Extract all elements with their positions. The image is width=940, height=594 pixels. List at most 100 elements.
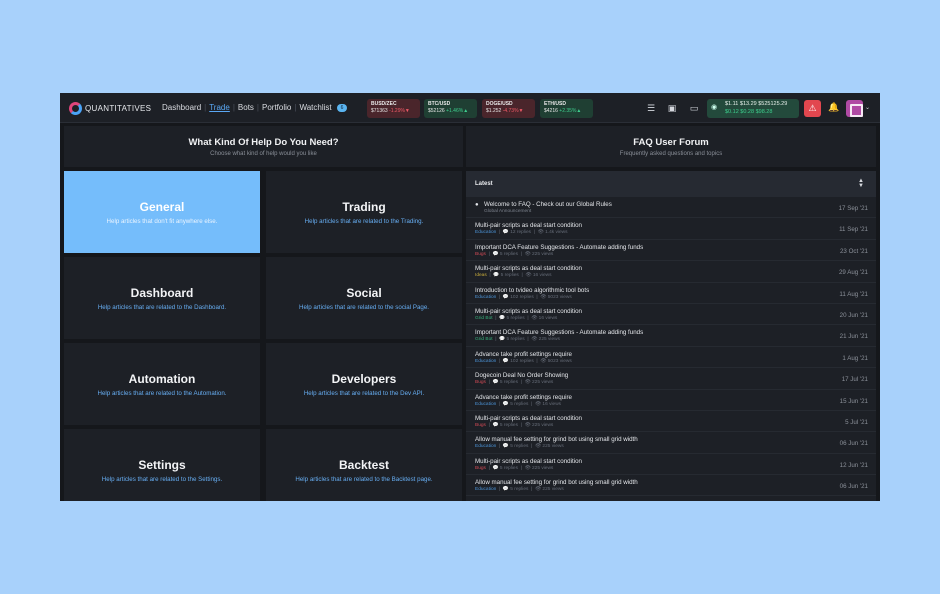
topic-title[interactable]: Important DCA Feature Suggestions - Auto… xyxy=(475,244,643,251)
ticker-change: +2.35% xyxy=(559,108,577,114)
calendar-icon[interactable]: ▣ xyxy=(666,102,678,114)
eye-icon: 👁 xyxy=(525,273,532,279)
brand-logo[interactable]: QUANTITATIVES xyxy=(69,101,151,115)
eye-icon: 👁 xyxy=(540,358,547,364)
topic-title[interactable]: Introduction to tvideo algorithmic tool … xyxy=(475,287,589,294)
topic-replies: 12 replies xyxy=(510,230,532,236)
category-card-developers[interactable]: Developers Help articles that are relate… xyxy=(266,343,462,425)
topic-category[interactable]: Education xyxy=(475,487,496,492)
forum-topic-row[interactable]: Multi-pair scripts as deal start conditi… xyxy=(466,261,876,283)
ticker-doge-usd[interactable]: DOGE/USD $1.252 -4.73%▼ xyxy=(482,99,535,118)
topic-category[interactable]: Education xyxy=(475,444,496,449)
logo-icon xyxy=(69,101,82,115)
forum-topic-row[interactable]: Allow manual fee setting for grind bot u… xyxy=(466,432,876,454)
card-description: Help articles that are related to the Tr… xyxy=(304,218,424,225)
topic-title[interactable]: Multi-pair scripts as deal start conditi… xyxy=(475,265,582,272)
topic-replies: 5 replies xyxy=(510,401,529,407)
forum-topic-row[interactable]: Important DCA Feature Suggestions - Auto… xyxy=(466,240,876,262)
topic-category[interactable]: Education xyxy=(475,402,496,407)
topic-date: 12 Jun '21 xyxy=(839,461,868,469)
ticker-busd-zec[interactable]: BUSD/ZEC $71363 -1.29%▼ xyxy=(367,99,420,118)
forum-topic-row[interactable]: Advance take profit settings require Educ… xyxy=(466,347,876,369)
topic-category[interactable]: Bugs xyxy=(475,252,486,257)
nav-watchlist[interactable]: Watchlist xyxy=(296,103,334,112)
category-card-dashboard[interactable]: Dashboard Help articles that are related… xyxy=(64,257,260,339)
alert-icon[interactable]: ⚠ xyxy=(804,100,821,117)
topic-title[interactable]: Advance take profit settings require xyxy=(475,351,572,358)
topic-category[interactable]: Bugs xyxy=(475,423,486,428)
topic-title[interactable]: Dogecoin Deal No Order Showing xyxy=(475,372,568,379)
category-card-general[interactable]: General Help articles that don't fit any… xyxy=(64,171,260,253)
topic-title[interactable]: Welcome to FAQ - Check out our Global Ru… xyxy=(484,201,612,208)
category-card-settings[interactable]: Settings Help articles that are related … xyxy=(64,429,260,501)
topic-title[interactable]: Multi-pair scripts as deal start conditi… xyxy=(475,222,582,229)
topic-category[interactable]: Education xyxy=(475,359,496,364)
reply-icon: 💬 xyxy=(502,487,509,493)
forum-topic-row[interactable]: Allow manual fee setting for grind bot u… xyxy=(466,475,876,497)
nav-bots[interactable]: Bots xyxy=(235,103,257,112)
list-view-icon[interactable]: ☰ xyxy=(645,102,657,114)
ticker-btc-usd[interactable]: BTC/USD $52126 +1.46%▲ xyxy=(424,99,477,118)
eye-icon: 👁 xyxy=(524,251,531,257)
nav-trade[interactable]: Trade xyxy=(206,103,233,112)
topic-title[interactable]: Multi-pair scripts as deal start conditi… xyxy=(475,458,582,465)
wallet-icon[interactable]: ▭ xyxy=(688,102,700,114)
account-balance[interactable]: ◉ $1.11 $13.29 $525125.29 $0.12 $0.28 $9… xyxy=(707,99,799,118)
topic-title[interactable]: Allow manual fee setting for grind bot u… xyxy=(475,436,638,443)
forum-topic-row[interactable]: Multi-pair scripts as deal start conditi… xyxy=(466,218,876,240)
forum-topic-row[interactable]: ● Welcome to FAQ - Check out our Global R… xyxy=(466,197,876,219)
eye-icon: 👁 xyxy=(534,487,542,493)
forum-topic-row[interactable]: Multi-pair scripts as deal start conditi… xyxy=(466,454,876,476)
forum-topic-row[interactable]: Multi-pair scripts as deal start conditi… xyxy=(466,304,876,326)
topic-category[interactable]: Ideas xyxy=(475,273,487,278)
card-title: Social xyxy=(346,286,382,300)
topic-category[interactable]: Global Announcement xyxy=(484,209,531,214)
card-description: Help articles that are related to the De… xyxy=(303,390,425,397)
chevron-down-icon[interactable]: ⌄ xyxy=(865,104,870,111)
topic-title[interactable]: Allow manual fee setting for grind bot u… xyxy=(475,479,638,486)
topic-category[interactable]: Bugs xyxy=(475,380,486,385)
topic-title[interactable]: Advance take profit settings require xyxy=(475,394,572,401)
topic-meta: Grid Bot | 💬 5 replies | 👁 225 views xyxy=(475,337,561,343)
nav-portfolio[interactable]: Portfolio xyxy=(259,103,294,112)
topic-category[interactable]: Bugs xyxy=(475,466,486,471)
forum-topic-row[interactable]: Important DCA Feature Suggestions - Auto… xyxy=(466,325,876,347)
topic-category[interactable]: Grid Bot xyxy=(475,316,493,321)
topic-replies: 5 replies xyxy=(510,487,529,493)
sort-icon[interactable]: ▲ ▼ xyxy=(858,178,864,189)
topic-title[interactable]: Multi-pair scripts as deal start conditi… xyxy=(475,308,582,315)
category-card-backtest[interactable]: Backtest Help articles that are related … xyxy=(266,429,462,501)
brand-name: QUANTITATIVES xyxy=(85,103,152,113)
forum-topic-row[interactable]: Dogecoin Deal No Order Showing Bugs | 💬 5… xyxy=(466,368,876,390)
reply-icon: 💬 xyxy=(502,444,509,450)
topic-views: 16 views xyxy=(542,401,562,407)
forum-topic-row[interactable]: Multi-pair scripts as deal start conditi… xyxy=(466,411,876,433)
forum-topic-row[interactable]: Introduction to tvideo algorithmic tool … xyxy=(466,283,876,304)
avatar[interactable] xyxy=(846,100,863,117)
ticker-eth-usd[interactable]: ETH/USD $4216 +2.35%▲ xyxy=(540,99,593,118)
topic-title[interactable]: Multi-pair scripts as deal start conditi… xyxy=(475,415,582,422)
category-card-automation[interactable]: Automation Help articles that are relate… xyxy=(64,343,260,425)
topic-date: 11 Aug '21 xyxy=(839,290,868,298)
forum-topic-row[interactable]: Advance take profit settings require Educ… xyxy=(466,390,876,411)
reply-icon: 💬 xyxy=(502,230,509,236)
topic-category[interactable]: Education xyxy=(475,230,496,235)
forum-header: FAQ User Forum Frequently asked question… xyxy=(466,126,876,167)
category-card-trading[interactable]: Trading Help articles that are related t… xyxy=(266,171,462,253)
nav-dashboard[interactable]: Dashboard xyxy=(159,103,204,112)
reply-icon: 💬 xyxy=(492,380,499,386)
forum-list-label: Latest xyxy=(475,181,493,187)
topic-category[interactable]: Grid Bot xyxy=(475,337,493,342)
ticker-price: $1.252 xyxy=(486,108,502,114)
category-card-social[interactable]: Social Help articles that are related to… xyxy=(266,257,462,339)
card-description: Help articles that are related to the Da… xyxy=(97,304,227,311)
card-title: Developers xyxy=(331,372,397,386)
topic-title[interactable]: Important DCA Feature Suggestions - Auto… xyxy=(475,329,643,336)
help-title: What Kind Of Help Do You Need? xyxy=(188,137,339,148)
bell-icon[interactable]: 🔔 xyxy=(828,102,839,113)
topic-category[interactable]: Education xyxy=(475,295,496,300)
ticker-price: $52126 xyxy=(428,108,445,114)
topic-meta: Bugs | 💬 5 replies | 👁 225 views xyxy=(475,422,554,428)
topic-meta: Global Announcement xyxy=(484,209,531,214)
reply-icon: 💬 xyxy=(493,273,500,279)
